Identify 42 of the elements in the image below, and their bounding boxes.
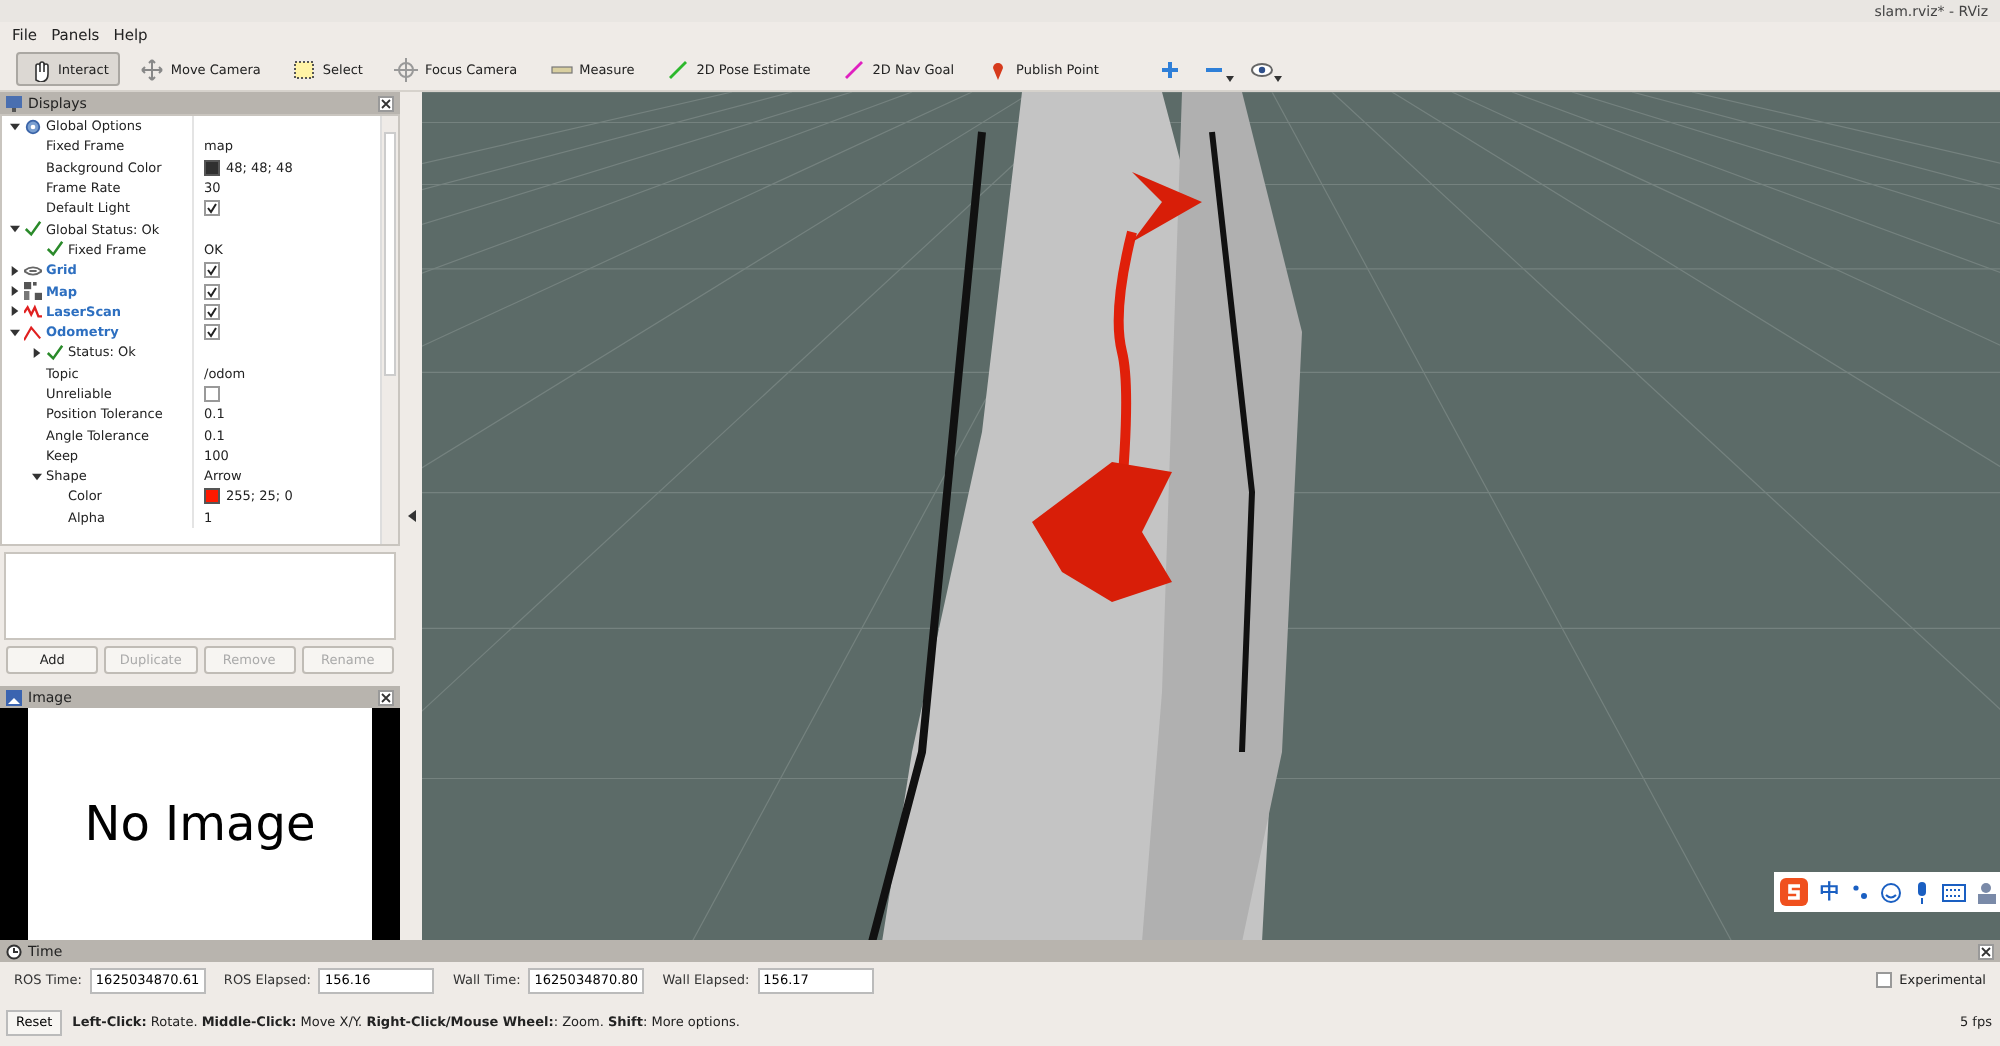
expand-arrow-icon[interactable] <box>10 306 20 317</box>
close-button[interactable] <box>1978 943 1994 959</box>
collapse-arrow-icon[interactable] <box>10 224 20 235</box>
map-icon <box>24 282 42 301</box>
eye-icon <box>1250 57 1275 81</box>
checkbox[interactable] <box>204 200 220 217</box>
checkbox[interactable] <box>204 386 220 402</box>
checkbox[interactable] <box>204 283 220 300</box>
collapse-arrow-icon[interactable] <box>10 121 20 132</box>
collapse-arrow-icon[interactable] <box>407 510 415 522</box>
clock-icon <box>6 943 22 959</box>
expand-arrow-icon[interactable] <box>32 347 42 358</box>
ime-logo-icon <box>1780 878 1808 906</box>
crosshair-icon <box>394 57 419 81</box>
checkbox[interactable] <box>204 262 220 279</box>
image-icon <box>6 689 22 705</box>
checkbox[interactable] <box>204 324 220 341</box>
plus-icon <box>1158 57 1183 81</box>
close-button[interactable] <box>378 689 394 705</box>
select-icon <box>292 57 317 81</box>
collapse-arrow-icon[interactable] <box>10 327 20 338</box>
checkbox[interactable] <box>1875 972 1892 988</box>
laser-icon <box>24 302 42 321</box>
move-icon <box>140 57 165 81</box>
collapse-arrow-icon[interactable] <box>32 471 42 482</box>
smiley-icon <box>1880 881 1902 903</box>
caret-icon <box>1226 76 1235 82</box>
caret-icon <box>1274 76 1283 82</box>
expand-arrow-icon[interactable] <box>10 286 20 297</box>
monitor-icon <box>6 95 22 111</box>
odometry-icon <box>24 323 42 342</box>
ime-mode[interactable]: 中 <box>1820 878 1840 906</box>
checkbox[interactable] <box>204 303 220 320</box>
punctuation-icon <box>1852 884 1868 900</box>
scrollbar[interactable] <box>380 116 398 544</box>
no-image-text: No Image <box>84 796 316 852</box>
microphone-icon <box>1914 881 1930 903</box>
user-icon <box>1978 881 1998 903</box>
grid-icon <box>24 261 42 280</box>
expand-arrow-icon[interactable] <box>10 265 20 276</box>
close-button[interactable] <box>378 95 394 111</box>
keyboard-icon <box>1942 883 1966 901</box>
